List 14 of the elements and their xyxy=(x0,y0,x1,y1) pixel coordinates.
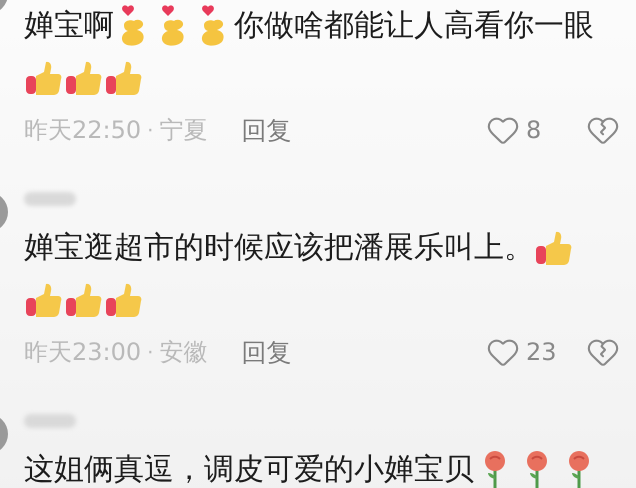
reply-link[interactable]: 回复 xyxy=(242,114,292,146)
comment-location: 安徽 xyxy=(160,337,208,368)
separator-dot: · xyxy=(147,340,154,364)
comment-text: 婵宝啊 xyxy=(24,11,114,41)
comment-time: 昨天23:00 xyxy=(24,337,142,368)
comment-text: 这姐俩真逗，调皮可爱的小婵宝贝 xyxy=(24,455,474,485)
comment-time: 昨天22:50 xyxy=(24,115,142,146)
comment-text: 婵宝逛超市的时候应该把潘展乐叫上。 xyxy=(24,233,534,263)
like-count: 8 xyxy=(526,116,542,144)
comment-text: 你做啥都能让人高看你一眼 xyxy=(234,11,594,41)
like-count: 23 xyxy=(526,338,558,366)
reply-link[interactable]: 回复 xyxy=(242,336,292,368)
comment-location: 宁夏 xyxy=(160,115,208,146)
separator-dot: · xyxy=(147,118,154,142)
